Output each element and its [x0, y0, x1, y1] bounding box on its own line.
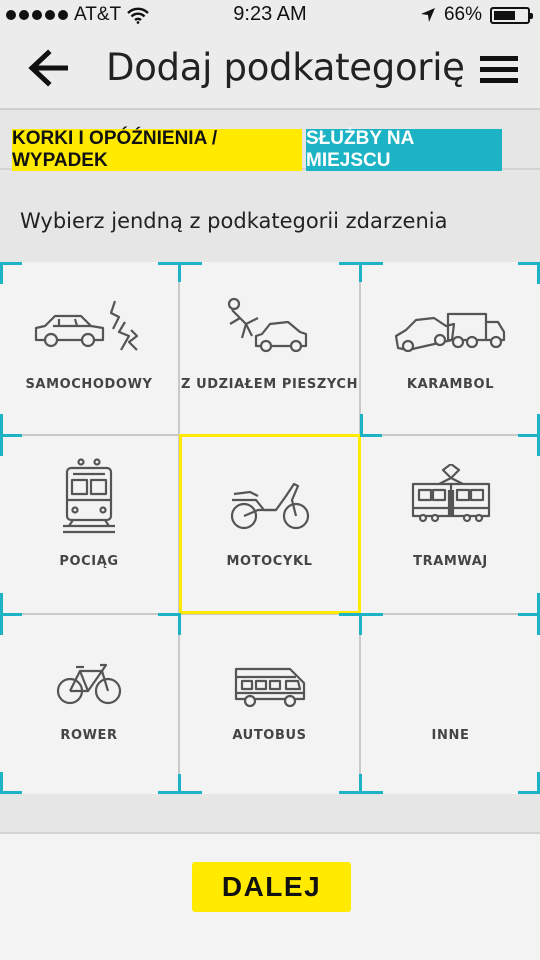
subcategory-tramwaj[interactable]: TRAMWAJ: [361, 436, 540, 613]
instruction-text: Wybierz jendną z podkategorii zdarzenia: [20, 209, 448, 233]
pedestrian-car-icon: [227, 297, 307, 353]
tab-korki-wypadek[interactable]: KORKI I OPÓŹNIENIA / WYPADEK: [12, 128, 302, 171]
bus-icon: [234, 667, 305, 708]
car-crash-icon: [34, 300, 139, 351]
subcategory-label: Z UDZIAŁEM PIESZYCH: [180, 377, 359, 392]
subcategory-label: KARAMBOL: [406, 377, 495, 392]
bicycle-icon: [56, 663, 122, 705]
train-icon: [63, 458, 115, 534]
tab-sluzby-na-miejscu[interactable]: SŁUŻBY NA MIEJSCU: [306, 128, 502, 171]
arrow-left-icon: [28, 49, 68, 87]
back-button[interactable]: [26, 48, 72, 88]
subcategory-inne[interactable]: INNE: [361, 615, 540, 794]
menu-button[interactable]: [480, 52, 518, 84]
subcategory-samochodowy[interactable]: SAMOCHODOWY: [0, 262, 178, 434]
status-right: 66%: [420, 4, 533, 26]
subcategory-pociag[interactable]: POCIĄG: [0, 436, 178, 613]
category-tabs: KORKI I OPÓŹNIENIA / WYPADEK SŁUŻBY NA M…: [0, 112, 540, 171]
subcategory-z-udzialem-pieszych[interactable]: Z UDZIAŁEM PIESZYCH: [180, 262, 359, 434]
subcategory-label: POCIĄG: [59, 554, 119, 569]
subcategory-label: TRAMWAJ: [413, 554, 488, 569]
subcategory-label: AUTOBUS: [232, 728, 307, 743]
subcategory-rower[interactable]: ROWER: [0, 615, 178, 794]
subcategory-grid: SAMOCHODOWY Z UDZIAŁEM PIESZYCH KARAMBOL…: [0, 262, 540, 794]
pileup-icon: [394, 312, 505, 353]
subcategory-label: INNE: [431, 728, 470, 743]
battery-percent: 66%: [443, 4, 482, 25]
hamburger-menu-icon: [480, 56, 518, 61]
location-arrow-icon: [420, 8, 435, 22]
subcategory-autobus[interactable]: AUTOBUS: [180, 615, 359, 794]
tram-icon: [411, 464, 490, 523]
next-button[interactable]: DALEJ: [192, 862, 351, 912]
page-title: Dodaj podkategorię: [106, 46, 465, 89]
subcategory-label: SAMOCHODOWY: [25, 377, 153, 392]
status-bar: AT&T 9:23 AM 66%: [0, 0, 540, 30]
subcategory-label: ROWER: [60, 728, 118, 743]
battery-icon: [490, 6, 533, 24]
selected-highlight: [179, 434, 361, 614]
subcategory-karambol[interactable]: KARAMBOL: [361, 262, 540, 434]
app-header: Dodaj podkategorię: [0, 30, 540, 110]
